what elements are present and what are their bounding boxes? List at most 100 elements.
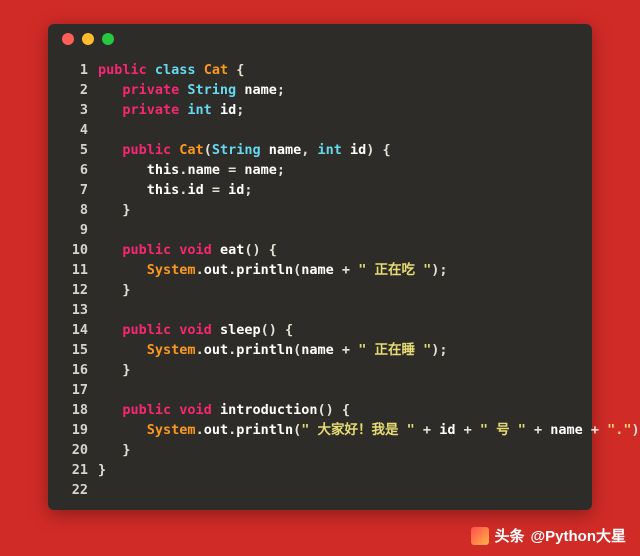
token-kw: private [122,82,187,98]
token-name: System [147,422,196,438]
token-str: "." [607,422,631,438]
line-number: 6 [62,160,88,180]
close-icon[interactable] [62,33,74,45]
token-kw: private [122,102,187,118]
line-code: System.out.println(name + " 正在吃 "); [98,260,578,280]
token-id: out [204,342,228,358]
code-line: 16 } [62,360,578,380]
token-id: name [187,162,220,178]
token-punc: . [228,262,236,278]
token-id: id [187,182,203,198]
line-code: public Cat(String name, int id) { [98,140,578,160]
code-line: 2 private String name; [62,80,578,100]
token-punc: . [196,422,204,438]
zoom-icon[interactable] [102,33,114,45]
token-id: name [550,422,583,438]
line-code: public void introduction() { [98,400,578,420]
token-punc: + [455,422,479,438]
code-line: 17 [62,380,578,400]
code-line: 6 this.name = name; [62,160,578,180]
line-code: System.out.println(name + " 正在睡 "); [98,340,578,360]
token-punc: ; [236,102,244,118]
token-type: class [155,62,204,78]
line-code: public class Cat { [98,60,578,80]
code-line: 3 private int id; [62,100,578,120]
line-code: } [98,200,578,220]
line-number: 2 [62,80,88,100]
token-punc: } [98,282,131,298]
token-punc: = [220,162,244,178]
token-id: id [439,422,455,438]
code-line: 11 System.out.println(name + " 正在吃 "); [62,260,578,280]
token-punc: } [98,202,131,218]
attribution-footer: 头条 @Python大星 [471,525,626,546]
token-punc [98,322,122,338]
attribution-prefix: 头条 [495,525,525,546]
token-punc: ); [431,262,447,278]
token-id: name [244,162,277,178]
token-id: name [301,262,334,278]
token-name: Cat [204,62,237,78]
toutiao-logo-icon [471,527,489,545]
token-punc: + [415,422,439,438]
line-number: 10 [62,240,88,260]
token-type: String [212,142,269,158]
token-punc: } [98,362,131,378]
code-line: 4 [62,120,578,140]
token-punc: , [301,142,317,158]
line-number: 12 [62,280,88,300]
token-kw: public [122,142,179,158]
code-line: 7 this.id = id; [62,180,578,200]
token-id: println [236,422,293,438]
line-code: this.id = id; [98,180,578,200]
token-id: this [147,162,180,178]
code-line: 19 System.out.println(" 大家好！我是 " + id + … [62,420,578,440]
code-line: 22 [62,480,578,500]
token-id: sleep [220,322,261,338]
token-punc: + [526,422,550,438]
line-number: 22 [62,480,88,500]
token-name: System [147,342,196,358]
line-number: 3 [62,100,88,120]
token-punc: } [98,462,106,478]
token-punc [98,342,147,358]
line-number: 4 [62,120,88,140]
token-type: String [187,82,244,98]
line-code: } [98,460,578,480]
token-punc: } [98,442,131,458]
token-id: id [350,142,366,158]
line-code: } [98,280,578,300]
token-punc [98,262,147,278]
token-id: out [204,262,228,278]
code-editor-window: 1public class Cat {2 private String name… [48,24,592,510]
line-number: 16 [62,360,88,380]
token-punc: () { [261,322,294,338]
line-code [98,380,578,400]
token-punc: . [196,262,204,278]
token-id: this [147,182,180,198]
line-number: 13 [62,300,88,320]
line-code: private int id; [98,100,578,120]
token-str: " 正在睡 " [358,342,431,358]
line-number: 18 [62,400,88,420]
token-str: " 号 " [480,422,526,438]
token-type: int [318,142,351,158]
code-line: 9 [62,220,578,240]
token-punc [98,182,147,198]
line-number: 19 [62,420,88,440]
token-kw: public [98,62,155,78]
line-number: 1 [62,60,88,80]
token-id: id [220,102,236,118]
token-punc: ) { [366,142,390,158]
token-punc: ; [277,162,285,178]
token-id: introduction [220,402,318,418]
token-kw: public [122,242,179,258]
code-line: 8 } [62,200,578,220]
code-line: 21} [62,460,578,480]
token-punc: . [196,342,204,358]
token-kw: public [122,322,179,338]
minimize-icon[interactable] [82,33,94,45]
token-name: System [147,262,196,278]
code-line: 15 System.out.println(name + " 正在睡 "); [62,340,578,360]
token-name: Cat [179,142,203,158]
